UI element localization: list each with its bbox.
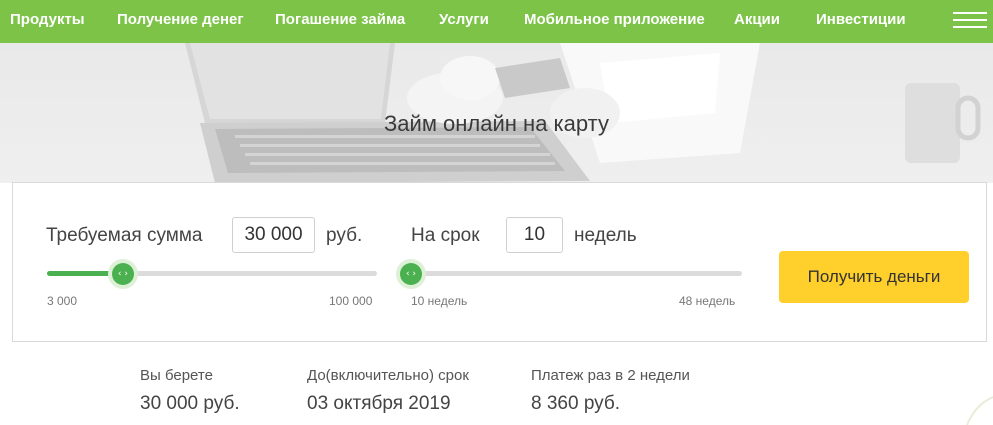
top-navigation: Продукты Получение денег Погашение займа… [0,0,993,43]
nav-item-getting-money[interactable]: Получение денег [117,0,244,43]
summary-amount-value: 30 000 руб. [140,393,240,414]
hamburger-menu-icon[interactable] [953,10,987,30]
term-slider-track[interactable] [411,271,742,276]
amount-slider-track[interactable] [47,271,377,276]
term-label: На срок [411,225,480,246]
loan-calculator: Требуемая сумма 30 000 руб. ‹ › 3 000 10… [12,182,987,342]
summary-payment-label: Платеж раз в 2 недели [531,367,690,384]
nav-item-mobile-app[interactable]: Мобильное приложение [524,0,705,43]
amount-min-label: 3 000 [47,294,78,308]
nav-item-investments[interactable]: Инвестиции [816,0,906,43]
summary-due-date-label: До(включительно) срок [307,367,469,384]
nav-item-loan-repayment[interactable]: Погашение займа [275,0,405,43]
hero-title: Займ онлайн на карту [384,111,609,136]
amount-unit: руб. [326,225,363,246]
corner-decoration-icon [966,396,993,425]
amount-label: Требуемая сумма [46,225,203,246]
nav-item-products[interactable]: Продукты [10,0,85,43]
nav-item-services[interactable]: Услуги [439,0,489,43]
term-unit: недель [574,225,637,246]
slider-arrows-icon: ‹ › [400,263,422,285]
term-slider-handle[interactable]: ‹ › [396,259,426,289]
summary-amount-label: Вы берете [140,367,213,384]
summary-payment-value: 8 360 руб. [531,393,621,414]
get-money-button[interactable]: Получить деньги [779,251,969,303]
amount-max-label: 100 000 [329,294,373,308]
hero-banner: Займ онлайн на карту [0,43,993,183]
term-min-label: 10 недель [411,294,468,308]
amount-input[interactable]: 30 000 [232,217,315,253]
slider-arrows-icon: ‹ › [111,263,134,285]
amount-slider-handle[interactable]: ‹ › [107,259,138,289]
term-max-label: 48 недель [679,294,736,308]
term-input[interactable]: 10 [506,217,563,253]
summary-due-date-value: 03 октября 2019 [307,393,451,414]
nav-item-promotions[interactable]: Акции [734,0,780,43]
